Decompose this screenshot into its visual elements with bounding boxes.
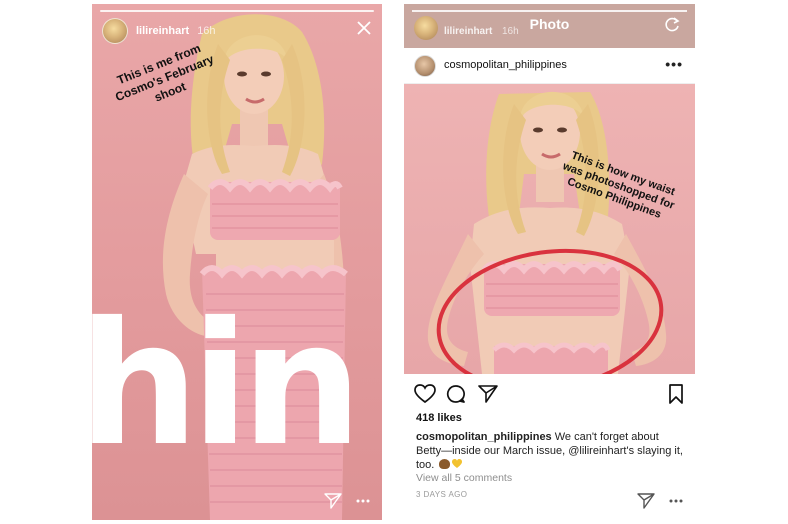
close-icon[interactable] (356, 20, 372, 36)
post-photo (427, 91, 667, 374)
send-icon[interactable] (478, 384, 498, 404)
post-actions (404, 382, 695, 408)
yellow-heart-emoji-icon (452, 459, 463, 468)
poop-emoji-icon (439, 459, 451, 469)
story-progress-bar (412, 10, 687, 12)
more-icon[interactable] (669, 499, 683, 503)
post-caption: cosmopolitan_philippines We can't forget… (416, 430, 686, 472)
send-icon[interactable] (637, 492, 655, 510)
photo-view-panel: lilireinhart 16h Photo cosmopolitan_phil… (404, 4, 695, 520)
heart-icon[interactable] (414, 384, 436, 404)
refresh-icon[interactable] (663, 16, 681, 34)
story-username[interactable]: lilireinhart (136, 25, 189, 37)
post-image[interactable]: This is how my waist was photoshopped fo… (404, 84, 695, 374)
page-title: Photo (529, 16, 570, 32)
view-comments-link[interactable]: View all 5 comments (416, 472, 512, 484)
post-header: cosmopolitan_philippines ••• (404, 48, 695, 84)
story-big-text: hin (92, 286, 362, 484)
post-timestamp: 3 DAYS AGO (416, 490, 468, 499)
bookmark-icon[interactable] (669, 384, 683, 404)
send-icon[interactable] (324, 492, 342, 510)
more-icon[interactable]: ••• (665, 56, 683, 72)
avatar[interactable] (414, 55, 436, 77)
story-overlay-bar: lilireinhart 16h Photo (404, 4, 695, 48)
avatar[interactable] (102, 18, 128, 44)
story-footer (637, 492, 683, 510)
more-icon[interactable] (356, 499, 370, 503)
caption-username[interactable]: cosmopolitan_philippines (416, 431, 552, 443)
story-panel: hin lilireinhart 16h This is me from Cos… (92, 4, 382, 520)
likes-count[interactable]: 418 likes (416, 412, 462, 424)
post-username[interactable]: cosmopolitan_philippines (444, 59, 567, 71)
comment-icon[interactable] (446, 384, 466, 404)
story-footer (324, 492, 370, 510)
